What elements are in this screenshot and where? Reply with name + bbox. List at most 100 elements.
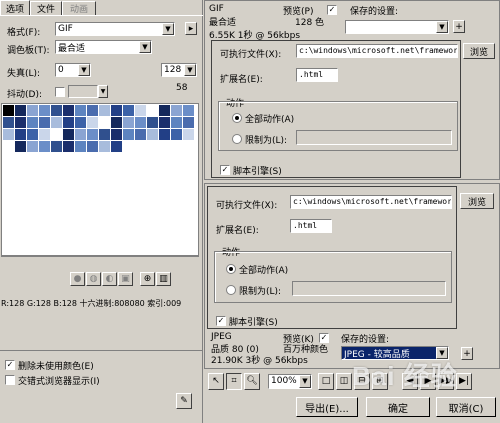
ok-button[interactable]: 确定 (366, 397, 430, 417)
crop-tool-button[interactable]: ⌗ (226, 372, 242, 390)
bottom-exe-path-input[interactable]: c:\windows\microsoft.net\framework\v (290, 195, 452, 209)
lock-color-button[interactable]: ● (70, 272, 85, 286)
top-limit-input[interactable] (296, 130, 452, 145)
color-swatch[interactable] (3, 129, 14, 140)
bottom-add-setting-button[interactable]: + (461, 347, 473, 360)
color-swatch[interactable] (171, 117, 182, 128)
color-swatch[interactable] (15, 117, 26, 128)
color-swatch[interactable] (171, 129, 182, 140)
interlaced-checkbox[interactable] (5, 375, 15, 385)
top-all-actions-radio[interactable] (232, 113, 242, 123)
color-swatch[interactable] (27, 105, 38, 116)
bottom-saved-settings-select[interactable]: JPEG - 较高品质 ▼ (341, 346, 449, 360)
edit-wand-button[interactable]: ✎ (176, 393, 192, 409)
bottom-script-engine-checkbox[interactable]: ✓ (216, 316, 226, 326)
one-pane-button[interactable]: □ (318, 372, 334, 390)
tab-options[interactable]: 选项 (0, 0, 30, 16)
prev-frame-button[interactable]: ◀ (402, 372, 418, 390)
color-swatch[interactable] (111, 117, 122, 128)
palette-select[interactable]: 最合适 ▼ (55, 40, 152, 54)
color-swatch[interactable] (15, 105, 26, 116)
color-swatch[interactable] (123, 105, 134, 116)
color-swatch[interactable] (51, 141, 62, 152)
color-swatch[interactable] (15, 141, 26, 152)
color-swatch[interactable] (75, 105, 86, 116)
color-swatch[interactable] (3, 141, 14, 152)
two-pane-horizontal-button[interactable]: ⊟ (354, 372, 370, 390)
color-swatch[interactable] (2, 104, 15, 117)
tab-animation[interactable]: 动画 (62, 1, 96, 16)
color-swatch[interactable] (39, 141, 50, 152)
color-swatch[interactable] (51, 105, 62, 116)
color-swatch[interactable] (99, 117, 110, 128)
color-swatch[interactable] (39, 105, 50, 116)
end-frame-button[interactable]: ▶| (456, 372, 472, 390)
bottom-limit-radio[interactable] (226, 285, 236, 295)
color-swatch[interactable] (87, 105, 98, 116)
color-swatch[interactable] (87, 141, 98, 152)
top-script-engine-checkbox[interactable]: ✓ (220, 165, 230, 175)
zoom-select[interactable]: 100% ▼ (268, 373, 312, 389)
color-swatch[interactable] (111, 141, 122, 152)
dither-dropdown[interactable]: ▼ (98, 85, 108, 98)
color-swatch[interactable] (111, 105, 122, 116)
cancel-button[interactable]: 取消(C) (436, 397, 496, 417)
top-exe-path-input[interactable]: c:\windows\microsoft.net\framework\v (296, 44, 458, 58)
color-swatch[interactable] (75, 129, 86, 140)
color-swatch[interactable] (75, 141, 86, 152)
color-swatch[interactable] (75, 117, 86, 128)
color-swatch[interactable] (123, 117, 134, 128)
color-swatch[interactable] (183, 129, 194, 140)
zoom-tool-button[interactable]: 🔍︎ (244, 372, 260, 390)
bottom-all-actions-radio[interactable] (226, 264, 236, 274)
color-swatch[interactable] (51, 117, 62, 128)
color-swatch[interactable] (135, 117, 146, 128)
color-swatch[interactable] (63, 141, 74, 152)
color-swatch[interactable] (183, 117, 194, 128)
loss-input[interactable]: 0 ▼ (55, 63, 91, 77)
color-swatch[interactable] (135, 129, 146, 140)
last-frame-button[interactable]: ▶▶ (438, 372, 454, 390)
color-swatch[interactable] (123, 129, 134, 140)
color-swatch[interactable] (63, 129, 74, 140)
add-color-button[interactable]: ⊕ (140, 272, 155, 286)
dither-checkbox[interactable] (55, 87, 65, 97)
two-pane-vertical-button[interactable]: ◫ (336, 372, 352, 390)
top-add-setting-button[interactable]: + (453, 20, 465, 33)
top-preview-checkbox[interactable]: ✓ (327, 5, 337, 15)
dither-amount-input[interactable] (68, 85, 98, 98)
color-swatch[interactable] (99, 129, 110, 140)
color-swatch[interactable] (27, 129, 38, 140)
four-pane-button[interactable]: ⊞ (372, 372, 388, 390)
color-swatch[interactable] (183, 105, 194, 116)
color-swatch[interactable] (147, 105, 158, 116)
color-swatch[interactable] (99, 105, 110, 116)
export-button[interactable]: 导出(E)... (296, 397, 358, 417)
next-frame-button[interactable]: ▶ (420, 372, 436, 390)
remove-unused-checkbox[interactable]: ✓ (5, 360, 15, 370)
color-swatch[interactable] (171, 105, 182, 116)
color-swatch[interactable] (51, 129, 62, 140)
color-swatch[interactable] (159, 129, 170, 140)
color-swatch[interactable] (63, 105, 74, 116)
format-select[interactable]: GIF ▼ (55, 22, 175, 36)
pointer-tool-button[interactable]: ↖ (208, 372, 224, 390)
color-swatch[interactable] (147, 129, 158, 140)
color-swatch[interactable] (27, 141, 38, 152)
color-swatch[interactable] (111, 129, 122, 140)
color-swatch[interactable] (159, 117, 170, 128)
bottom-ext-input[interactable]: .html (290, 219, 332, 233)
color-swatch[interactable] (27, 117, 38, 128)
delete-color-button[interactable]: ▥ (156, 272, 171, 286)
colors-select[interactable]: 128 ▼ (161, 63, 197, 77)
bottom-browse-button[interactable]: 浏览 (460, 193, 494, 209)
color-swatch[interactable] (147, 117, 158, 128)
color-swatch[interactable] (15, 129, 26, 140)
color-swatch[interactable] (87, 129, 98, 140)
color-swatch[interactable] (135, 105, 146, 116)
color-swatch[interactable] (3, 117, 14, 128)
top-ext-input[interactable]: .html (296, 68, 338, 82)
top-saved-settings-select[interactable]: ▼ (345, 20, 449, 34)
top-limit-radio[interactable] (232, 134, 242, 144)
options-arrow-button[interactable]: ▸ (185, 22, 197, 35)
